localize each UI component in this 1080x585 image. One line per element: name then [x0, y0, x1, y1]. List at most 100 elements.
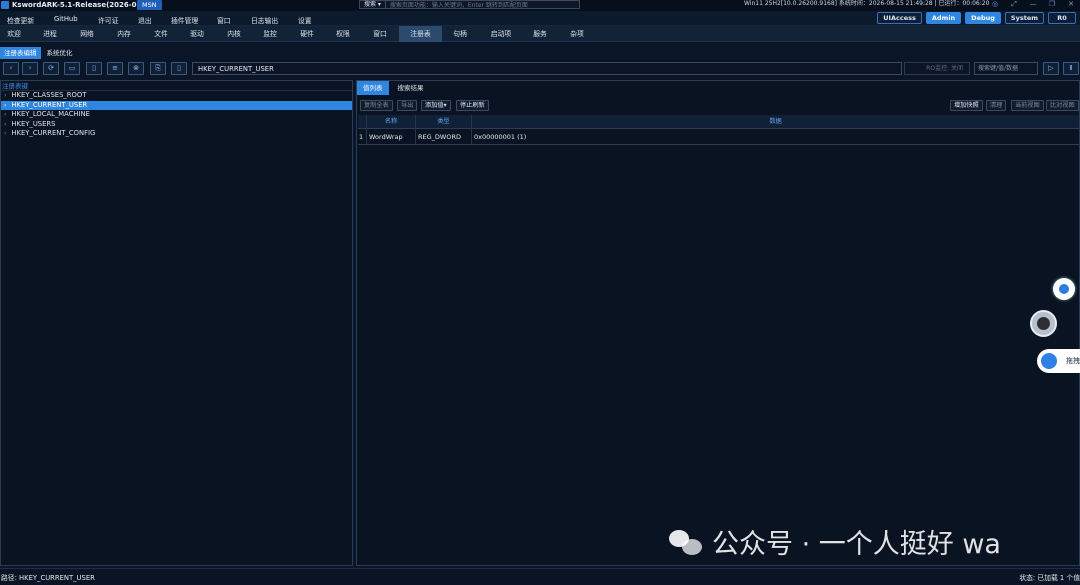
tool-float-button[interactable]	[1030, 310, 1057, 337]
minimize-icon[interactable]: —	[1028, 0, 1038, 9]
tab-welcome[interactable]: 欢迎	[0, 26, 28, 42]
menu-window[interactable]: 窗口	[217, 15, 231, 25]
tab-service[interactable]: 服务	[524, 26, 556, 42]
settings-circle-icon[interactable]: ◎	[990, 0, 1000, 9]
export-button[interactable]: 导出	[397, 100, 418, 111]
tab-hardware[interactable]: 硬件	[291, 26, 323, 42]
table-row[interactable]: 1 WordWrap REG_DWORD 0x00000001 (1)	[358, 129, 1079, 145]
value-data-cell[interactable]: 0x00000001 (1)	[472, 129, 1079, 144]
tab-kernel[interactable]: 内核	[218, 26, 250, 42]
menu-settings[interactable]: 设置	[298, 15, 312, 25]
chevron-right-icon[interactable]: ›	[4, 110, 6, 120]
tab-handle[interactable]: 句柄	[444, 26, 476, 42]
tab-permission[interactable]: 权限	[327, 26, 359, 42]
tab-value-list[interactable]: 值列表	[357, 81, 389, 95]
new-value-icon[interactable]: ≡	[107, 62, 123, 75]
tree-node[interactable]: › HKEY_USERS	[1, 120, 352, 130]
tab-file[interactable]: 文件	[145, 26, 177, 42]
clear-button[interactable]: 清理	[986, 100, 1007, 111]
chevron-right-icon[interactable]: ›	[4, 120, 6, 130]
value-panel-tabs: 值列表 搜索结果	[357, 81, 430, 95]
registry-path-input[interactable]: HKEY_CURRENT_USER	[192, 62, 902, 75]
registry-toolbar: ‹ › ⟳ ▭ ▯ ≡ ⊗ ⎘ ▯ HKEY_CURRENT_USER RO监控…	[0, 61, 1080, 76]
tab-network[interactable]: 网络	[72, 26, 102, 42]
chevron-right-icon[interactable]: ›	[4, 91, 6, 101]
registry-value-panel: 值列表 搜索结果 复制全表 导出 添加值▾ 停止刷新 增加快照 清理 当前视图 …	[356, 80, 1080, 566]
pause-icon[interactable]: Ⅱ	[1063, 62, 1079, 75]
close-icon[interactable]: ✕	[1066, 0, 1076, 9]
add-snapshot-button[interactable]: 增加快照	[950, 100, 983, 111]
value-name-cell[interactable]: WordWrap	[367, 129, 416, 144]
tree-node[interactable]: › HKEY_CURRENT_USER	[1, 100, 352, 111]
menu-exit[interactable]: 退出	[138, 15, 152, 25]
refresh-icon[interactable]: ⟳	[43, 62, 59, 75]
stop-refresh-button[interactable]: 停止刷新	[456, 100, 489, 111]
subtab-system-optimize[interactable]: 系统优化	[43, 47, 77, 59]
menu-check-update[interactable]: 检查更新	[7, 15, 34, 25]
play-icon[interactable]: ▷	[1043, 62, 1059, 75]
tab-monitor[interactable]: 监控	[254, 26, 286, 42]
back-icon[interactable]: ‹	[3, 62, 19, 75]
status-summary: 状态: 已加载 1 个值	[1019, 574, 1080, 582]
admin-badge[interactable]: Admin	[925, 12, 962, 24]
tree-node[interactable]: › HKEY_CLASSES_ROOT	[1, 91, 352, 101]
menu-plugins[interactable]: 插件管理	[171, 15, 198, 25]
tab-window[interactable]: 窗口	[364, 26, 396, 42]
pin-icon[interactable]: ⤢	[1009, 0, 1019, 9]
menu-log-output[interactable]: 日志输出	[251, 15, 278, 25]
assistant-float-button[interactable]	[1053, 278, 1075, 300]
tab-process[interactable]: 进程	[35, 26, 65, 42]
restore-icon[interactable]: ❐	[1047, 0, 1057, 9]
r0-badge[interactable]: R0	[1048, 12, 1076, 24]
search-input[interactable]: 搜索页面功能：输入关键词，Enter 跳转到匹配页面	[386, 0, 528, 9]
drag-label: 拖拽	[1066, 357, 1080, 365]
drag-icon	[1041, 353, 1057, 369]
tree-header: 注册表键	[1, 81, 352, 91]
tab-misc[interactable]: 杂项	[561, 26, 593, 42]
uiaccess-badge[interactable]: UIAccess	[877, 12, 922, 24]
window-title: KswordARK-5.1-Release(2026-08-10)	[12, 1, 158, 9]
tab-driver[interactable]: 驱动	[181, 26, 213, 42]
column-header-data[interactable]: 数据	[472, 115, 1079, 128]
wechat-icon	[667, 526, 705, 558]
open-folder-icon[interactable]: ▭	[64, 62, 80, 75]
import-icon[interactable]: ▯	[171, 62, 187, 75]
tab-memory[interactable]: 内存	[108, 26, 140, 42]
tree-node[interactable]: › HKEY_CURRENT_CONFIG	[1, 129, 352, 139]
column-header-name[interactable]: 名称	[367, 115, 416, 128]
add-value-dropdown[interactable]: 添加值▾	[421, 100, 451, 111]
search-scope-dropdown[interactable]: 搜索 ▾	[360, 1, 386, 8]
export-icon[interactable]: ⎘	[150, 62, 166, 75]
global-search[interactable]: 搜索 ▾ 搜索页面功能：输入关键词，Enter 跳转到匹配页面	[359, 0, 580, 9]
tab-search-results[interactable]: 搜索结果	[392, 81, 430, 95]
system-badge[interactable]: System	[1004, 12, 1044, 24]
new-key-icon[interactable]: ▯	[86, 62, 102, 75]
tree-node[interactable]: › HKEY_LOCAL_MACHINE	[1, 110, 352, 120]
menu-bar: 检查更新 GitHub 许可证 退出 插件管理 窗口 日志输出 设置 UIAcc…	[0, 11, 1080, 26]
tab-startup[interactable]: 启动项	[483, 26, 519, 42]
key-search-input[interactable]: 搜索键/值/数据	[974, 62, 1038, 75]
menu-github[interactable]: GitHub	[54, 15, 78, 23]
forward-icon[interactable]: ›	[22, 62, 38, 75]
registry-key-tree: 注册表键 › HKEY_CLASSES_ROOT › HKEY_CURRENT_US…	[0, 80, 353, 566]
status-path: 路径: HKEY_CURRENT_USER	[1, 574, 95, 582]
chevron-right-icon[interactable]: ›	[4, 101, 6, 111]
current-view-button[interactable]: 当前视图	[1011, 100, 1044, 111]
tab-registry[interactable]: 注册表	[399, 26, 442, 42]
value-type-cell[interactable]: REG_DWORD	[416, 129, 472, 144]
msn-button[interactable]: MSN	[137, 0, 162, 10]
menu-license[interactable]: 许可证	[98, 15, 118, 25]
subtab-registry-editor[interactable]: 注册表编辑	[0, 47, 41, 59]
delete-icon[interactable]: ⊗	[128, 62, 144, 75]
tree-node-label: HKEY_CURRENT_USER	[11, 100, 88, 109]
realtime-monitor-toggle[interactable]: RO监控: 关闭	[904, 62, 970, 75]
registry-subtabs: 注册表编辑 系统优化	[0, 47, 77, 59]
drag-float-button[interactable]: 拖拽	[1037, 349, 1080, 373]
compare-view-button[interactable]: 比对视图	[1046, 100, 1079, 111]
copy-all-button[interactable]: 复制全表	[360, 100, 393, 111]
table-header: 名称 类型 数据	[358, 115, 1079, 129]
chevron-right-icon[interactable]: ›	[4, 129, 6, 139]
column-header-type[interactable]: 类型	[416, 115, 472, 128]
main-tabs: 欢迎 进程 网络 内存 文件 驱动 内核 监控 硬件 权限 窗口 注册表 句柄 …	[0, 26, 1080, 42]
debug-badge[interactable]: Debug	[965, 12, 1001, 24]
